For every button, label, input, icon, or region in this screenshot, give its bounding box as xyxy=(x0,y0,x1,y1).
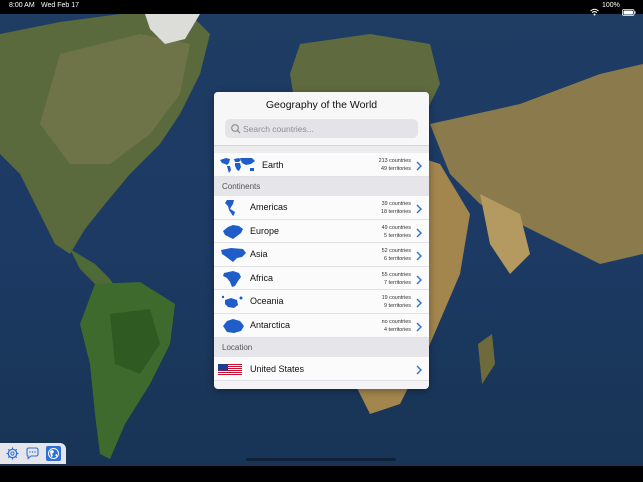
gear-icon[interactable] xyxy=(5,446,20,461)
chevron-right-icon xyxy=(415,296,423,308)
search-bar[interactable] xyxy=(225,119,418,138)
continents-section-header: Continents xyxy=(214,177,429,196)
europe-map-icon xyxy=(219,223,247,241)
earth-counts: 213 countries 49 territories xyxy=(379,157,411,173)
earth-label: Earth xyxy=(262,160,284,170)
continent-row-europe[interactable]: Europe 49 countries 5 territories xyxy=(214,219,429,244)
territories-count: 4 territories xyxy=(384,326,411,333)
spacer xyxy=(214,146,429,153)
continent-label: Europe xyxy=(250,225,280,236)
territories-count: 6 territories xyxy=(384,256,411,263)
countries-count: 49 countries xyxy=(381,224,411,231)
continent-row-americas[interactable]: Americas 39 countries 18 territories xyxy=(214,196,429,220)
globe-icon[interactable] xyxy=(46,446,61,461)
chevron-right-icon xyxy=(415,226,423,238)
continent-row-asia[interactable]: Asia 52 countries 6 territories xyxy=(214,243,429,267)
chevron-right-icon xyxy=(415,273,423,285)
countries-count: 52 countries xyxy=(381,248,411,255)
chevron-right-icon xyxy=(415,202,423,214)
continent-label: Americas xyxy=(250,202,288,212)
map-toolbar xyxy=(0,443,66,464)
panel-title: Geography of the World xyxy=(265,99,378,111)
search-input[interactable] xyxy=(243,121,413,136)
countries-count: no countries xyxy=(381,318,411,325)
battery-percentage: 100% xyxy=(602,2,620,9)
search-icon xyxy=(230,122,242,134)
africa-map-icon xyxy=(219,270,247,288)
chevron-right-icon xyxy=(415,249,423,261)
continent-counts: no countries 4 territories xyxy=(382,318,411,334)
oceania-map-icon xyxy=(219,293,247,311)
location-row-united-states[interactable]: United States xyxy=(214,356,429,381)
location-section-header: Location xyxy=(214,337,429,357)
panel-header: Geography of the World xyxy=(214,92,429,146)
location-header-label: Location xyxy=(222,342,253,352)
continent-counts: 19 countries 9 territories xyxy=(382,294,411,310)
continent-counts: 55 countries 7 territories xyxy=(382,271,411,287)
continent-counts: 49 countries 5 territories xyxy=(382,224,411,240)
location-label: United States xyxy=(250,363,305,374)
asia-map-icon xyxy=(219,246,247,264)
territories-count: 9 territories xyxy=(384,303,411,310)
continents-header-label: Continents xyxy=(222,182,261,191)
continent-label: Oceania xyxy=(250,296,284,307)
status-time: 8:00 AM xyxy=(9,2,35,9)
earth-countries-count: 213 countries xyxy=(378,158,411,164)
territories-count: 18 territories xyxy=(381,209,411,215)
bottom-bezel xyxy=(0,466,643,482)
chevron-right-icon xyxy=(415,159,423,171)
continent-label: Antarctica xyxy=(250,319,291,330)
chat-bubble-icon[interactable] xyxy=(25,446,40,461)
device-screen: 8:00 AM Wed Feb 17 100% Geography of the… xyxy=(0,0,643,482)
earth-territories-count: 49 territories xyxy=(381,166,411,172)
continent-counts: 39 countries 18 territories xyxy=(381,200,411,216)
countries-count: 55 countries xyxy=(381,271,411,278)
continent-row-antarctica[interactable]: Antarctica no countries 4 territories xyxy=(214,313,429,338)
earth-row[interactable]: Earth 213 countries 49 territories xyxy=(214,153,429,177)
countries-count: 19 countries xyxy=(381,295,411,302)
antarctica-map-icon xyxy=(219,317,247,335)
continent-label: Africa xyxy=(250,272,274,283)
status-bar: 8:00 AM Wed Feb 17 100% xyxy=(0,0,643,16)
territories-count: 7 territories xyxy=(384,279,411,286)
status-date: Wed Feb 17 xyxy=(41,2,80,9)
earth-map-icon xyxy=(219,156,257,174)
continent-row-africa[interactable]: Africa 55 countries 7 territories xyxy=(214,266,429,291)
home-indicator[interactable] xyxy=(246,458,396,461)
continent-counts: 52 countries 6 territories xyxy=(382,247,411,263)
territories-count: 5 territories xyxy=(384,232,411,239)
geography-panel: Geography of the World Search countries.… xyxy=(214,92,429,389)
continent-label: Asia xyxy=(250,249,268,260)
continent-row-oceania[interactable]: Oceania 19 countries 9 territories xyxy=(214,290,429,314)
battery-icon xyxy=(622,3,636,16)
chevron-right-icon xyxy=(415,320,423,332)
chevron-right-icon xyxy=(415,363,423,375)
wifi-icon xyxy=(590,3,599,16)
us-flag-icon xyxy=(218,363,242,376)
americas-map-icon xyxy=(219,199,247,217)
countries-count: 39 countries xyxy=(381,201,411,207)
